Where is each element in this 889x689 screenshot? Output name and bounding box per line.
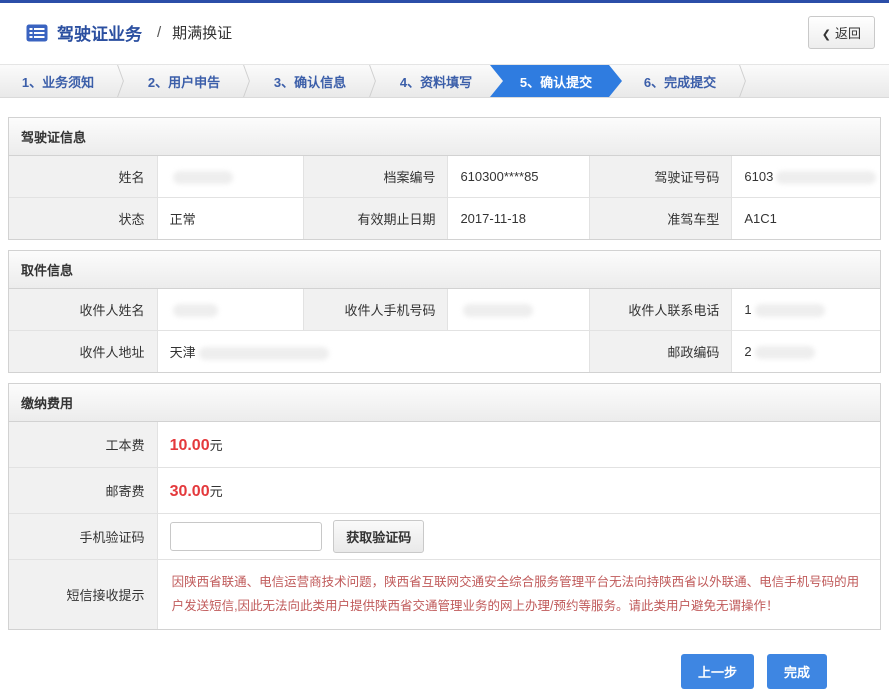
bottom-action-bar: 上一步 完成 <box>0 654 827 689</box>
currency-unit: 元 <box>210 484 223 499</box>
recipient-address-label: 收件人地址 <box>9 331 157 373</box>
recipient-address-value: 天津 <box>157 331 590 373</box>
table-row: 短信接收提示 因陕西省联通、电信运营商技术问题，陕西省互联网交通安全综合服务管理… <box>9 560 880 629</box>
table-row: 状态 正常 有效期止日期 2017-11-18 准驾车型 A1C1 <box>9 198 880 240</box>
mail-fee-label: 邮寄费 <box>9 468 157 514</box>
captcha-cell: 获取验证码 <box>157 514 880 560</box>
table-row: 收件人地址 天津 邮政编码 2 <box>9 331 880 373</box>
pickup-info-table: 收件人姓名 收件人手机号码 收件人联系电话 1 收件人地址 天津 邮政编码 2 <box>9 289 880 372</box>
breadcrumb-separator: / <box>157 24 161 41</box>
status-label: 状态 <box>9 198 157 240</box>
license-number-label: 驾驶证号码 <box>590 156 732 198</box>
pickup-info-section-title: 取件信息 <box>9 251 880 289</box>
redacted-text <box>199 347 329 360</box>
chevron-separator-icon <box>242 65 252 97</box>
postcode-label: 邮政编码 <box>590 331 732 373</box>
chevron-separator-icon <box>368 65 378 97</box>
step-progress-bar: 1、业务须知 2、用户申告 3、确认信息 4、资料填写 5、确认提交 6、完成提… <box>0 64 889 98</box>
payment-table: 工本费 10.00元 邮寄费 30.00元 手机验证码 获取验证码 短信接收提示… <box>9 422 880 629</box>
file-number-value: 610300****85 <box>448 156 590 198</box>
recipient-phone-value: 1 <box>732 289 880 331</box>
license-number-value: 6103 <box>732 156 880 198</box>
redacted-text <box>173 304 218 317</box>
breadcrumb-current: 期满换证 <box>172 22 232 43</box>
status-value: 正常 <box>157 198 303 240</box>
recipient-phone-label: 收件人联系电话 <box>590 289 732 331</box>
chevron-separator-icon <box>116 65 126 97</box>
step-3-confirm-info[interactable]: 3、确认信息 <box>252 65 368 97</box>
captcha-label: 手机验证码 <box>9 514 157 560</box>
table-row: 工本费 10.00元 <box>9 422 880 468</box>
chevron-left-icon: ❮ <box>822 29 831 41</box>
step-6-complete-submit[interactable]: 6、完成提交 <box>622 65 738 97</box>
back-button[interactable]: ❮ 返回 <box>808 16 875 49</box>
expiry-date-value: 2017-11-18 <box>448 198 590 240</box>
finish-button[interactable]: 完成 <box>767 654 827 689</box>
license-info-section: 驾驶证信息 姓名 档案编号 610300****85 驾驶证号码 6103 状态… <box>8 117 881 240</box>
sms-notice-label: 短信接收提示 <box>9 560 157 629</box>
sms-notice-text: 因陕西省联通、电信运营商技术问题，陕西省互联网交通安全综合服务管理平台无法向持陕… <box>157 560 880 629</box>
expiry-date-label: 有效期止日期 <box>303 198 448 240</box>
step-bar-filler <box>748 65 889 97</box>
step-1-business-notice[interactable]: 1、业务须知 <box>0 65 116 97</box>
cost-fee-amount: 10.00 <box>170 437 210 454</box>
previous-step-button[interactable]: 上一步 <box>681 654 754 689</box>
license-info-section-title: 驾驶证信息 <box>9 118 880 156</box>
recipient-mobile-label: 收件人手机号码 <box>303 289 448 331</box>
redacted-text <box>776 171 876 184</box>
postcode-value: 2 <box>732 331 880 373</box>
mail-fee-amount: 30.00 <box>170 483 210 500</box>
step-2-user-declaration[interactable]: 2、用户申告 <box>126 65 242 97</box>
step-5-confirm-submit[interactable]: 5、确认提交 <box>490 65 622 97</box>
cost-fee-value: 10.00元 <box>157 422 880 468</box>
page-header: 驾驶证业务 / 期满换证 ❮ 返回 <box>0 3 889 64</box>
payment-section: 缴纳费用 工本费 10.00元 邮寄费 30.00元 手机验证码 获取验证码 短… <box>8 383 881 630</box>
table-row: 收件人姓名 收件人手机号码 收件人联系电话 1 <box>9 289 880 331</box>
table-row: 邮寄费 30.00元 <box>9 468 880 514</box>
chevron-separator-icon <box>738 65 748 97</box>
license-info-table: 姓名 档案编号 610300****85 驾驶证号码 6103 状态 正常 有效… <box>9 156 880 239</box>
payment-section-title: 缴纳费用 <box>9 384 880 422</box>
table-row: 姓名 档案编号 610300****85 驾驶证号码 6103 <box>9 156 880 198</box>
recipient-name-value <box>157 289 303 331</box>
page-title: 驾驶证业务 <box>57 20 142 45</box>
step-4-fill-data[interactable]: 4、资料填写 <box>378 65 494 97</box>
recipient-mobile-value <box>448 289 590 331</box>
captcha-input[interactable] <box>170 522 322 551</box>
vehicle-type-value: A1C1 <box>732 198 880 240</box>
get-captcha-button[interactable]: 获取验证码 <box>333 520 424 553</box>
redacted-text <box>755 304 825 317</box>
redacted-text <box>755 346 815 359</box>
back-button-label: 返回 <box>835 26 861 41</box>
file-number-label: 档案编号 <box>303 156 448 198</box>
redacted-text <box>463 304 533 317</box>
cost-fee-label: 工本费 <box>9 422 157 468</box>
license-service-icon <box>26 24 48 42</box>
mail-fee-value: 30.00元 <box>157 468 880 514</box>
pickup-info-section: 取件信息 收件人姓名 收件人手机号码 收件人联系电话 1 收件人地址 天津 邮政… <box>8 250 881 373</box>
currency-unit: 元 <box>210 438 223 453</box>
recipient-name-label: 收件人姓名 <box>9 289 157 331</box>
name-label: 姓名 <box>9 156 157 198</box>
redacted-text <box>173 171 233 184</box>
name-value <box>157 156 303 198</box>
vehicle-type-label: 准驾车型 <box>590 198 732 240</box>
table-row: 手机验证码 获取验证码 <box>9 514 880 560</box>
